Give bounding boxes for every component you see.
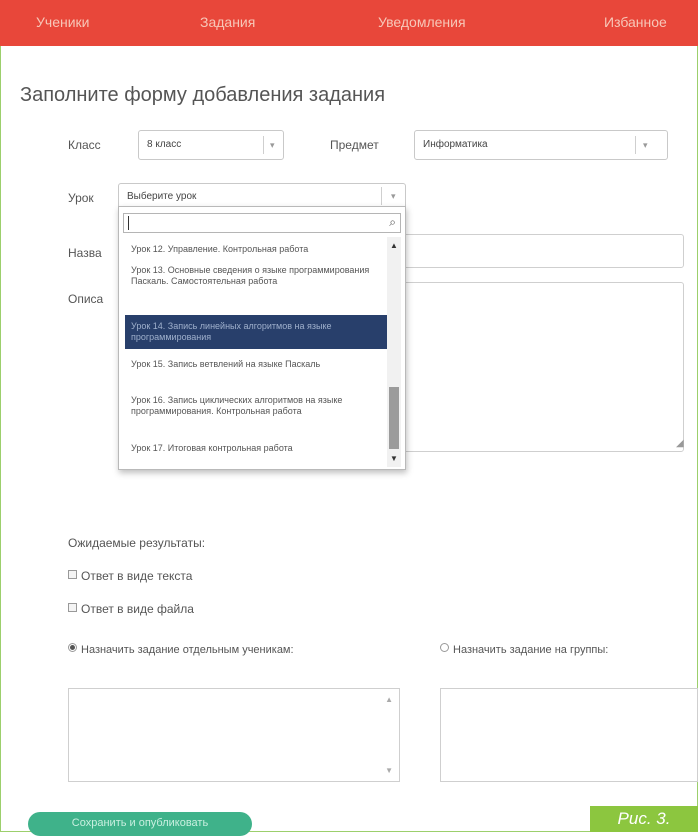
assign-groups-label: Назначить задание на группы: [453,644,609,656]
radio-icon[interactable] [440,643,449,652]
dropdown-scrollbar[interactable]: ▲ ▼ [387,237,401,467]
resize-handle-icon[interactable]: ◢ [676,438,684,449]
lesson-option[interactable]: Урок 13. Основные сведения о языке прогр… [125,265,387,301]
class-label: Класс [68,138,101,152]
description-label: Описа [68,292,104,306]
lesson-option[interactable]: Урок 17. Итоговая контрольная работа [125,443,387,457]
assign-groups-radio[interactable]: Назначить задание на группы: [440,643,608,656]
lesson-option-selected[interactable]: Урок 14. Запись линейных алгоритмов на я… [125,315,387,349]
chevron-down-icon: ▾ [391,191,396,201]
figure-label: Рис. 3. [590,806,698,832]
chevron-down-icon: ▾ [270,140,275,150]
class-select-value: 8 класс [147,139,182,150]
class-select[interactable]: 8 класс ▾ [138,130,284,160]
text-caret [128,216,129,230]
page-title: Заполните форму добавления задания [20,84,386,106]
scroll-up-icon[interactable]: ▲ [390,241,398,250]
nav-item-tasks[interactable]: Задания [200,14,255,30]
answer-file-checkbox[interactable]: Ответ в виде файла [68,602,194,616]
nav-item-favorites[interactable]: Избанное [604,14,667,30]
checkbox-icon[interactable] [68,603,77,612]
lesson-option[interactable]: Урок 12. Управление. Контрольная работа [125,241,387,257]
students-listbox[interactable]: ▲ ▼ [68,688,400,782]
scroll-up-icon[interactable]: ▲ [385,695,393,704]
chevron-down-icon: ▾ [643,140,648,150]
scroll-down-icon[interactable]: ▼ [385,766,393,775]
lesson-search-input[interactable]: ⌕ [123,213,401,233]
groups-listbox[interactable] [440,688,698,782]
answer-text-checkbox[interactable]: Ответ в виде текста [68,569,192,583]
select-separator [263,136,264,154]
subject-select[interactable]: Информатика ▾ [414,130,668,160]
top-nav: Ученики Задания Уведомления Избанное [0,0,698,46]
lesson-label: Урок [68,191,94,205]
subject-label: Предмет [330,138,379,152]
lesson-option[interactable]: Урок 15. Запись ветвлений на языке Паска… [125,359,387,385]
name-input[interactable] [402,234,684,268]
search-icon: ⌕ [389,215,396,229]
nav-item-notifications[interactable]: Уведомления [378,14,466,30]
nav-item-students[interactable]: Ученики [36,14,89,30]
answer-text-label: Ответ в виде текста [81,569,193,583]
select-separator [381,187,382,205]
name-label: Назва [68,246,102,260]
subject-select-value: Информатика [423,139,488,150]
assign-individual-radio[interactable]: Назначить задание отдельным ученикам: [68,643,294,656]
results-label: Ожидаемые результаты: [68,536,206,550]
radio-checked-icon[interactable] [68,643,77,652]
lesson-select-value: Выберите урок [127,191,197,202]
scroll-down-icon[interactable]: ▼ [390,454,398,463]
assign-individual-label: Назначить задание отдельным ученикам: [81,644,294,656]
answer-file-label: Ответ в виде файла [81,602,194,616]
save-publish-button[interactable]: Сохранить и опубликовать [28,812,252,836]
select-separator [635,136,636,154]
lesson-dropdown: ⌕ Урок 12. Управление. Контрольная работ… [118,206,406,470]
lesson-option[interactable]: Урок 16. Запись циклических алгоритмов н… [125,395,387,431]
description-textarea[interactable] [402,282,684,452]
checkbox-icon[interactable] [68,570,77,579]
scrollbar-thumb[interactable] [389,387,399,449]
